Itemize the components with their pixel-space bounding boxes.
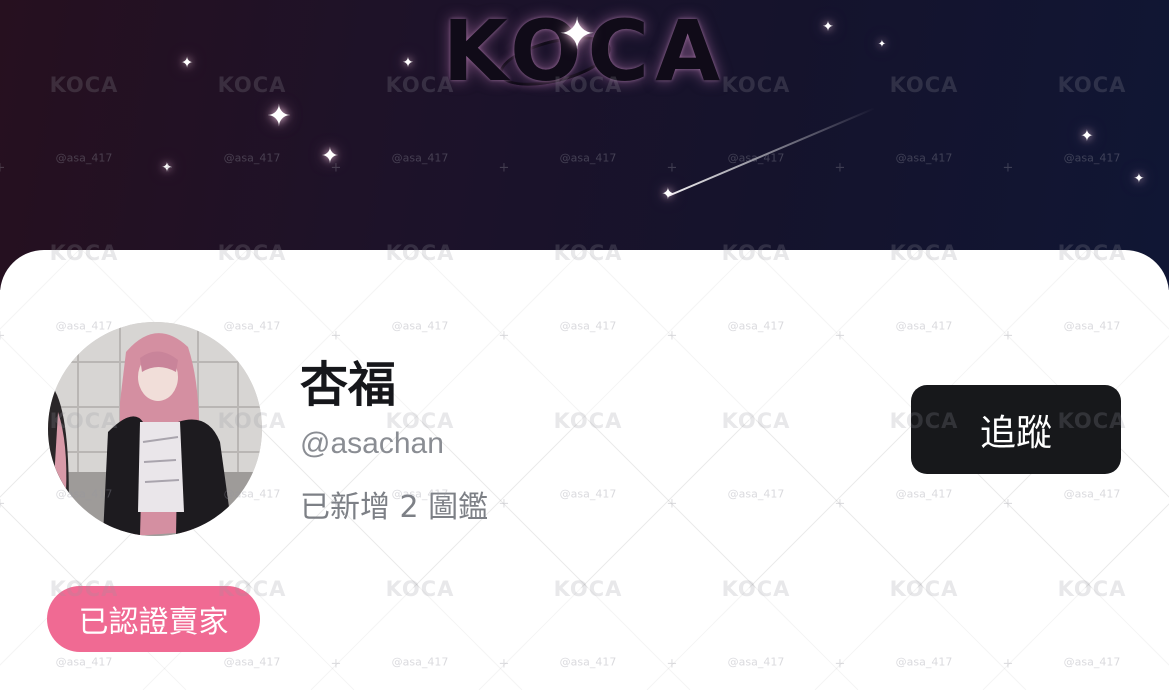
sparkle-icon: ✦ bbox=[266, 99, 292, 134]
sparkle-icon: ✦ bbox=[877, 39, 887, 50]
sparkle-icon: ✦ bbox=[320, 144, 340, 169]
shooting-star bbox=[667, 107, 876, 197]
collection-count: 已新增 2 圖鑑 bbox=[300, 490, 489, 525]
sparkle-icon: ✦ bbox=[558, 9, 596, 60]
profile-name: 杏福 bbox=[300, 357, 397, 413]
sparkle-icon: ✦ bbox=[1133, 171, 1145, 187]
profile-handle: @asachan bbox=[300, 427, 444, 460]
verified-seller-badge: 已認證賣家 bbox=[47, 586, 260, 652]
profile-photo bbox=[48, 322, 262, 536]
sparkle-icon: ✦ bbox=[161, 160, 173, 176]
profile-banner: KOCA ✦ ✦ ✦ ✦ ✦ ✦ ✦ ✦ ✦ ✦ ✦ bbox=[0, 0, 1169, 290]
sparkle-icon: ✦ bbox=[402, 55, 414, 71]
avatar[interactable] bbox=[48, 322, 262, 536]
sparkle-icon: ✦ bbox=[1080, 126, 1094, 145]
sparkle-icon: ✦ bbox=[661, 184, 675, 203]
profile-card: 杏福 @asachan 已新增 2 圖鑑 追蹤 已認證賣家 bbox=[0, 250, 1169, 690]
sparkle-icon: ✦ bbox=[180, 53, 194, 72]
sparkle-icon: ✦ bbox=[822, 19, 834, 35]
follow-button[interactable]: 追蹤 bbox=[911, 385, 1121, 474]
